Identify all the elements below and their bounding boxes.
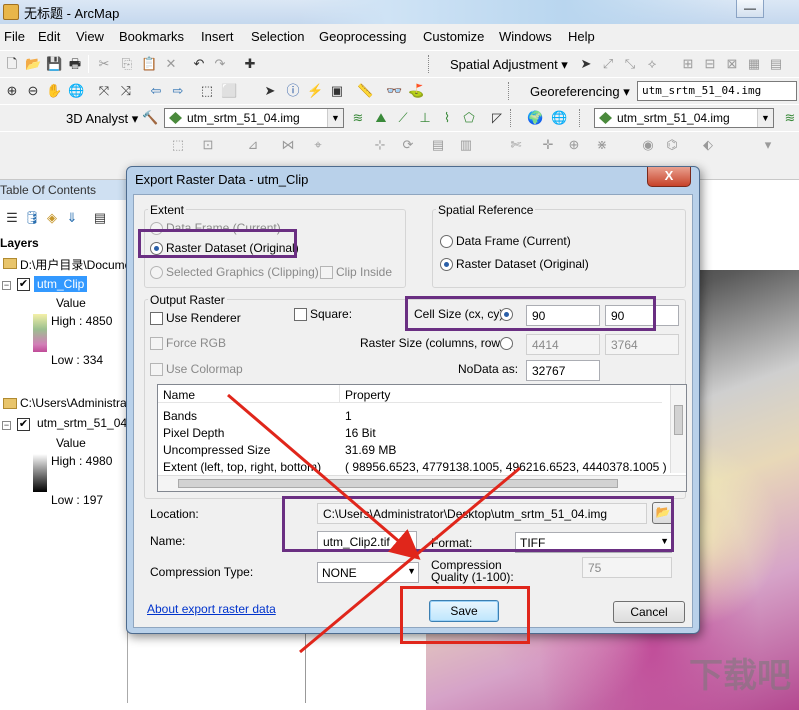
annotation-arrows <box>227 393 521 654</box>
arrow-to-save-area <box>299 466 521 654</box>
arrow-to-name-field <box>227 393 421 560</box>
